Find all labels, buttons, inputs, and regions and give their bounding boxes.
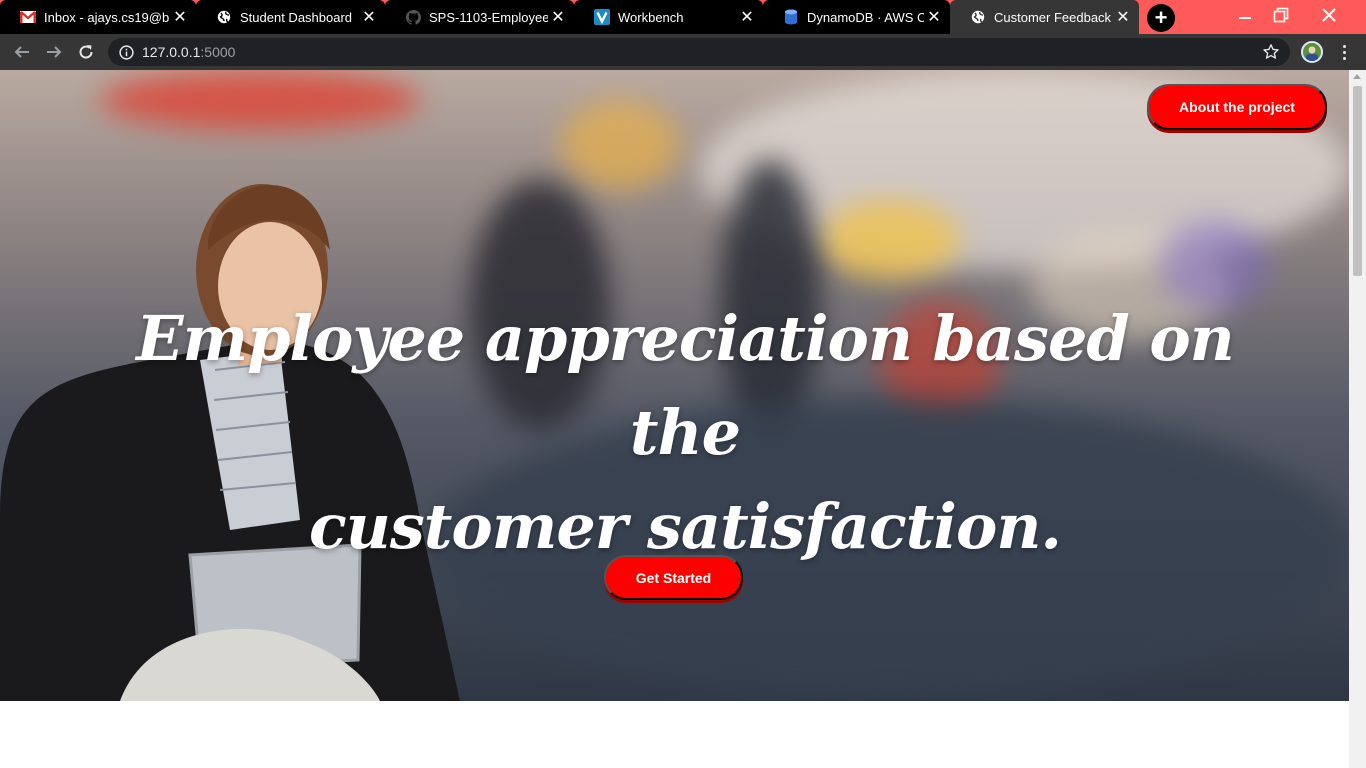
tab-customer-feedback[interactable]: Customer Feedback ✕ <box>950 0 1139 34</box>
bookmark-star-icon[interactable] <box>1262 43 1280 61</box>
tab-dynamodb[interactable]: DynamoDB · AWS Cons ✕ <box>763 0 950 34</box>
tab-title: Workbench <box>618 9 684 25</box>
tab-github-repo[interactable]: SPS-1103-Employee-Ap ✕ <box>385 0 574 34</box>
reload-icon[interactable] <box>73 39 99 65</box>
forward-arrow-icon[interactable] <box>41 39 67 65</box>
v-logo-icon <box>594 9 610 25</box>
tab-title: Customer Feedback <box>994 9 1112 25</box>
tab-workbench[interactable]: Workbench ✕ <box>574 0 763 34</box>
scroll-up-arrow-icon[interactable] <box>1353 74 1361 79</box>
tab-title: Student Dashboard <box>240 9 353 25</box>
hero-banner: About the project Employee appreciation … <box>0 70 1349 701</box>
close-tab-icon[interactable]: ✕ <box>359 7 379 27</box>
page-scrollbar[interactable] <box>1349 70 1366 768</box>
globe-icon <box>216 9 232 25</box>
close-tab-icon[interactable]: ✕ <box>170 7 190 27</box>
tab-title: SPS-1103-Employee-Ap <box>429 9 548 25</box>
tab-inbox[interactable]: Inbox - ajays.cs19@bits ✕ <box>0 0 196 34</box>
url-text: 127.0.0.1:5000 <box>142 44 235 60</box>
tab-title: DynamoDB · AWS Cons <box>807 9 924 25</box>
scrollbar-thumb[interactable] <box>1353 86 1362 276</box>
new-tab-button[interactable]: + <box>1147 4 1175 32</box>
close-tab-icon[interactable]: ✕ <box>1113 7 1133 27</box>
github-icon <box>405 9 421 25</box>
url-host: 127.0.0.1 <box>142 44 201 60</box>
restore-icon[interactable] <box>1258 0 1304 30</box>
close-tab-icon[interactable]: ✕ <box>924 7 944 27</box>
tab-strip: Inbox - ajays.cs19@bits ✕ Student Dashbo… <box>0 0 1366 34</box>
browser-menu-icon[interactable] <box>1336 41 1352 63</box>
window-close-icon[interactable] <box>1306 0 1352 30</box>
back-arrow-icon[interactable] <box>9 39 35 65</box>
profile-avatar[interactable] <box>1301 41 1323 63</box>
gmail-icon <box>20 9 36 25</box>
tab-student-dashboard[interactable]: Student Dashboard ✕ <box>196 0 385 34</box>
globe-icon <box>970 9 986 25</box>
bg-light-amber <box>560 100 680 190</box>
address-bar[interactable]: 127.0.0.1:5000 <box>108 38 1290 66</box>
browser-toolbar: 127.0.0.1:5000 <box>0 34 1366 70</box>
tab-title: Inbox - ajays.cs19@bits <box>44 9 170 25</box>
info-icon[interactable] <box>118 44 134 60</box>
page-viewport: About the project Employee appreciation … <box>0 70 1349 768</box>
hero-heading-line2: customer satisfaction. <box>308 490 1062 563</box>
hero-heading-line1: Employee appreciation based on the <box>136 302 1235 469</box>
hero-heading: Employee appreciation based on the custo… <box>130 292 1240 574</box>
url-port: :5000 <box>200 44 236 60</box>
close-tab-icon[interactable]: ✕ <box>548 7 568 27</box>
close-tab-icon[interactable]: ✕ <box>737 7 757 27</box>
bg-light-yellow <box>820 200 960 280</box>
dynamodb-icon <box>783 9 799 25</box>
get-started-button[interactable]: Get Started <box>604 555 743 600</box>
about-project-button[interactable]: About the project <box>1147 84 1327 130</box>
